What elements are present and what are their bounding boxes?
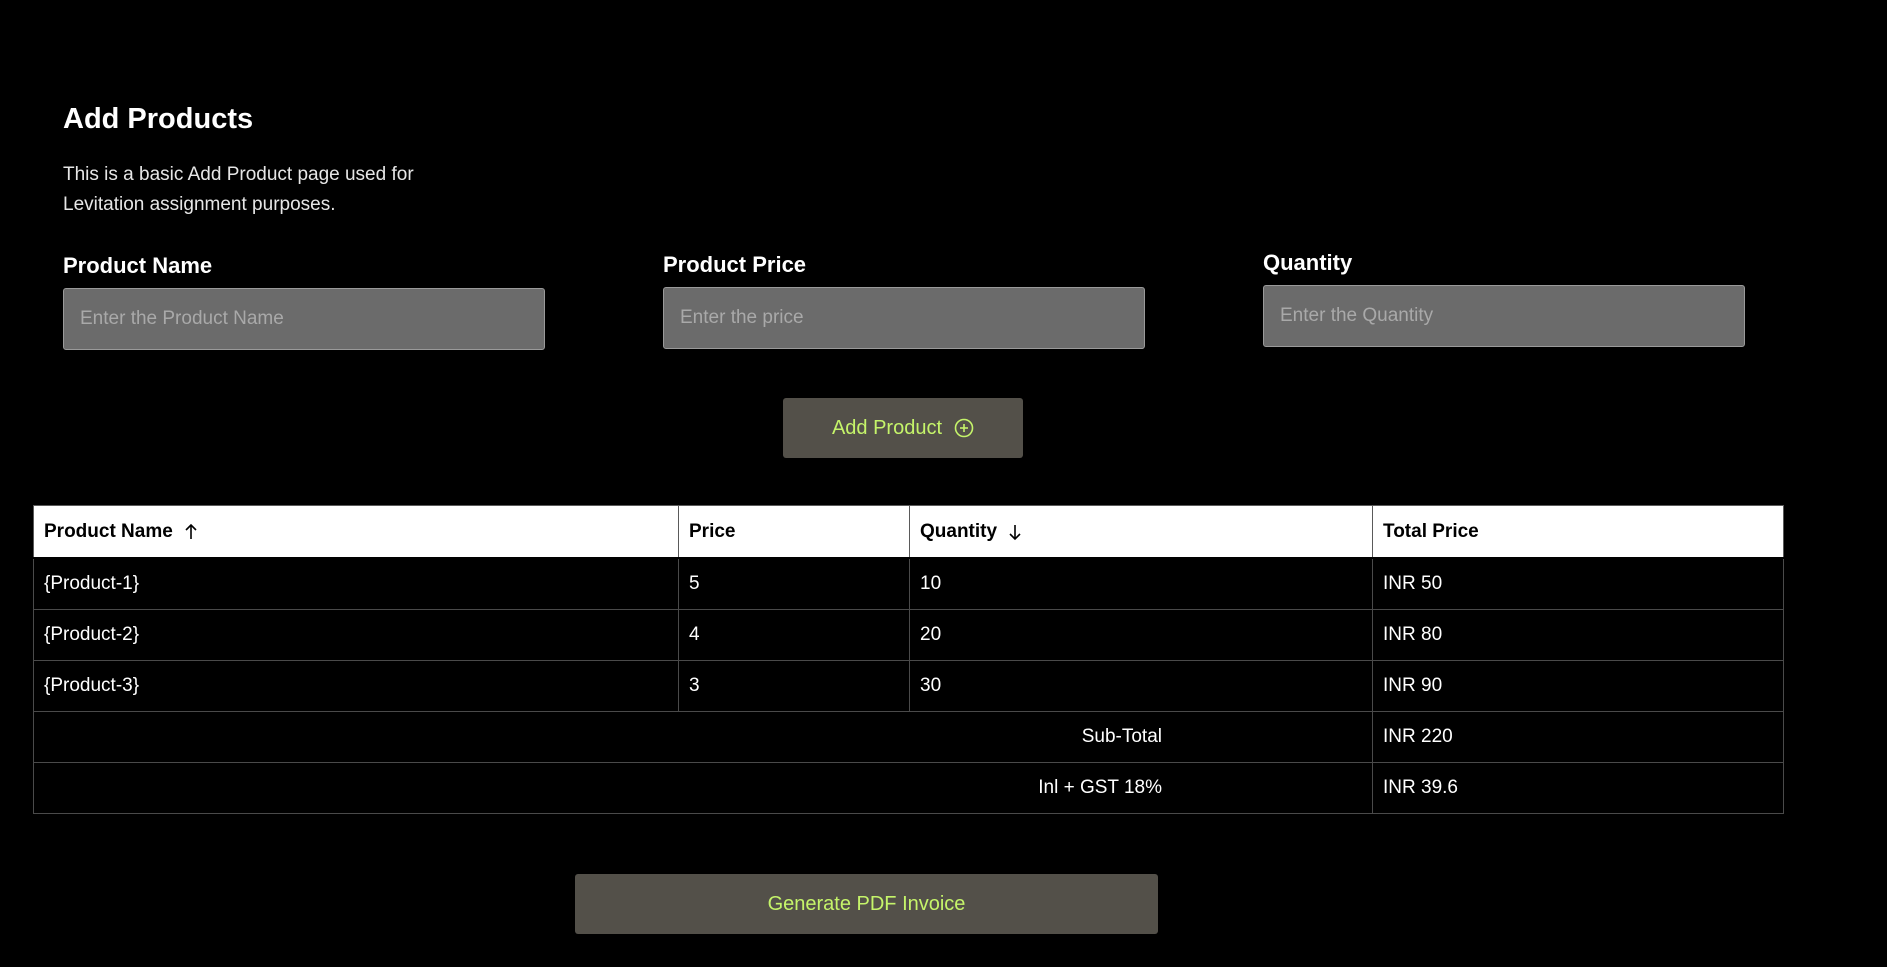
table-row: {Product-1} 5 10 INR 50 [33, 557, 1784, 610]
arrow-down-icon[interactable] [1007, 523, 1023, 541]
cell-total-price: INR 50 [1372, 557, 1784, 610]
quantity-field: Quantity [1263, 249, 1745, 347]
cell-total-price: INR 90 [1372, 660, 1784, 712]
column-label: Total Price [1383, 520, 1479, 542]
column-label: Product Name [44, 520, 173, 542]
cell-quantity: 20 [909, 609, 1373, 661]
add-products-page: Add Products This is a basic Add Product… [0, 0, 1887, 967]
cell-quantity: 10 [909, 557, 1373, 610]
column-header-price[interactable]: Price [678, 505, 910, 559]
quantity-label: Quantity [1263, 250, 1353, 275]
product-price-label: Product Price [663, 252, 807, 277]
cell-price: 5 [678, 557, 910, 610]
cell-quantity: 30 [909, 660, 1373, 712]
add-product-button[interactable]: Add Product [783, 398, 1023, 458]
product-name-label: Product Name [63, 253, 213, 278]
product-price-field: Product Price [663, 251, 1145, 349]
page-title: Add Products [63, 103, 254, 135]
column-label: Price [689, 520, 736, 542]
cell-price: 3 [678, 660, 910, 712]
plus-circle-icon [954, 418, 974, 438]
generate-pdf-invoice-button[interactable]: Generate PDF Invoice [575, 874, 1158, 934]
product-name-field: Product Name [63, 252, 545, 350]
product-price-input[interactable] [663, 287, 1145, 349]
cell-product-name: {Product-1} [33, 557, 679, 610]
product-name-input[interactable] [63, 288, 545, 350]
table-header-row: Product Name Price Quantity Total Price [33, 505, 1784, 559]
column-label: Quantity [920, 520, 998, 542]
page-description: This is a basic Add Product page used fo… [63, 164, 414, 215]
gst-value: INR 39.6 [1372, 762, 1784, 814]
cell-price: 4 [678, 609, 910, 661]
add-product-label: Add Product [831, 416, 943, 439]
subtotal-label: Sub-Total [33, 711, 1373, 763]
cell-product-name: {Product-3} [33, 660, 679, 712]
subtotal-row: Sub-Total INR 220 [33, 711, 1784, 763]
column-header-quantity[interactable]: Quantity [909, 505, 1373, 559]
gst-label: Inl + GST 18% [33, 762, 1373, 814]
subtotal-value: INR 220 [1372, 711, 1784, 763]
column-header-product-name[interactable]: Product Name [33, 505, 679, 559]
table-row: {Product-2} 4 20 INR 80 [33, 609, 1784, 661]
quantity-input[interactable] [1263, 285, 1745, 347]
table-row: {Product-3} 3 30 INR 90 [33, 660, 1784, 712]
cell-product-name: {Product-2} [33, 609, 679, 661]
cell-total-price: INR 80 [1372, 609, 1784, 661]
products-table: Product Name Price Quantity Total Price … [33, 505, 1784, 814]
arrow-up-icon[interactable] [183, 523, 199, 541]
gst-row: Inl + GST 18% INR 39.6 [33, 762, 1784, 814]
column-header-total-price[interactable]: Total Price [1372, 505, 1784, 559]
